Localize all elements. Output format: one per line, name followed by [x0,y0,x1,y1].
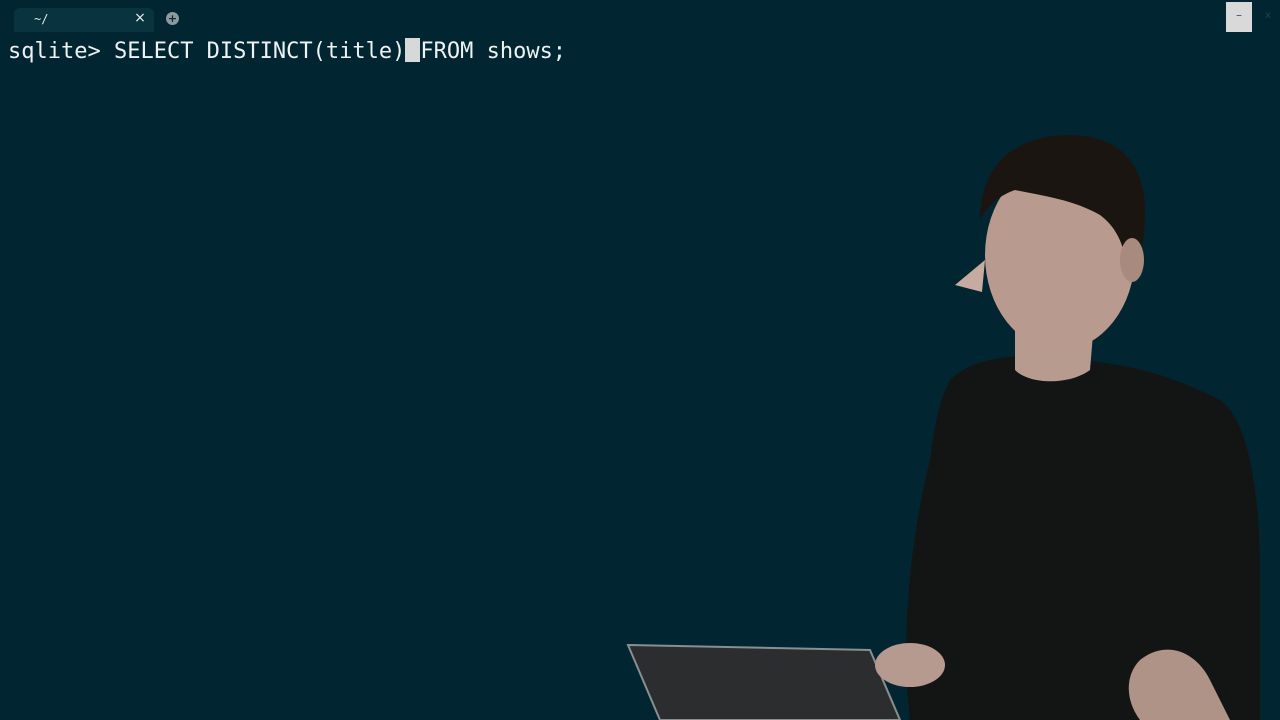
terminal-window: ~/ × + – x sqlite> SELECT DISTINCT(title… [0,0,1280,720]
presenter-ear [1120,238,1144,282]
presenter-torso [906,356,1260,720]
tab-bar: ~/ × + – x [0,0,1280,34]
command-text: SELECT DISTINCT(title) [100,39,406,64]
new-tab-button[interactable]: + [166,12,179,25]
sqlite-prompt: sqlite> [8,39,101,64]
terminal-tab[interactable]: ~/ × [14,8,154,32]
window-close-icon[interactable]: x [1262,10,1274,22]
close-icon[interactable]: × [132,10,148,26]
block-cursor [405,38,421,62]
laptop [626,643,902,720]
command-text-after-cursor: FROM shows; [420,39,567,64]
presenter-left-hand [875,643,945,687]
presenter-figure [626,135,1260,720]
window-minimize-button[interactable]: – [1226,2,1252,32]
tab-title: ~/ [34,12,49,26]
terminal-input-line[interactable]: sqlite> SELECT DISTINCT(title) FROM shows… [8,36,566,68]
presenter-nose [955,260,985,292]
